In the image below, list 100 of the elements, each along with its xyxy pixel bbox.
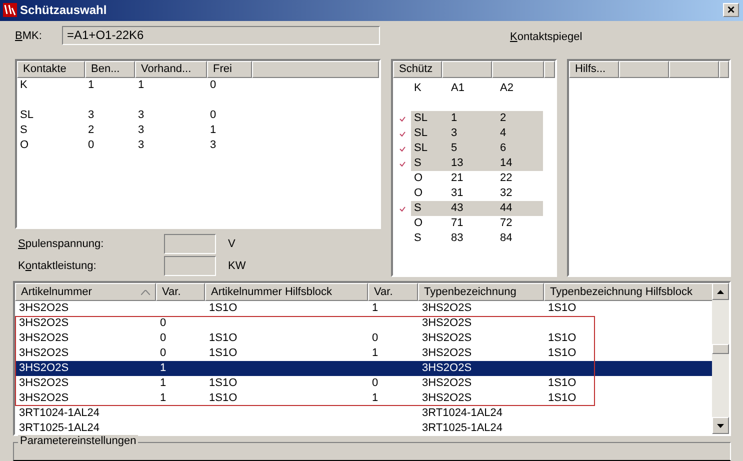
- scrollbar[interactable]: [712, 283, 729, 434]
- table-cell-text: 84: [499, 231, 514, 246]
- table-row[interactable]: 3HS2O2S 1 3HS2O2S: [15, 361, 712, 376]
- table-cell-text: 1: [159, 376, 168, 391]
- table-cell-text: 3: [209, 138, 218, 153]
- table-cell-text: 14: [499, 156, 514, 171]
- table-cell-text: 3HS2O2S: [18, 301, 70, 316]
- scroll-thumb[interactable]: [712, 344, 729, 354]
- table-row[interactable]: 3RT1025-1AL24 3RT1025-1AL24: [15, 421, 712, 436]
- table-cell-text: S: [19, 123, 28, 138]
- scroll-up-icon: [717, 290, 724, 294]
- table-cell-text: 13: [450, 156, 464, 171]
- table-cell-text: 1S1O: [208, 376, 238, 391]
- table-cell-text: 3HS2O2S: [421, 391, 473, 406]
- contact-power-field[interactable]: [164, 256, 216, 276]
- table-cell-text: 72: [499, 216, 514, 231]
- table-cell-text: 1: [159, 391, 168, 406]
- coil-voltage-field[interactable]: [164, 234, 216, 254]
- table-cell-text: 3: [137, 108, 146, 123]
- parameters-group-title: Parametereinstellungen: [18, 435, 138, 448]
- table-cell-text: 3HS2O2S: [18, 346, 70, 361]
- contactor-row[interactable]: SL 1 2: [411, 111, 543, 126]
- table-cell-text: 1: [371, 391, 380, 406]
- column-header[interactable]: Vorhand...: [135, 61, 207, 78]
- table-cell-text: 3HS2O2S: [421, 361, 473, 376]
- table-cell-text: 44: [499, 201, 514, 216]
- coil-voltage-label: Spulenspannung:: [18, 236, 105, 252]
- table-cell-text: 83: [450, 231, 464, 246]
- table-cell-text: 1S1O: [547, 391, 578, 406]
- table-row[interactable]: 3HS2O2S 1S1O 1 3HS2O2S 1S1O: [15, 301, 712, 316]
- table-row[interactable]: 3HS2O2S 0 1S1O 0 3HS2O2S 1S1O: [15, 331, 712, 346]
- table-cell-text: 3HS2O2S: [18, 316, 70, 331]
- close-button[interactable]: ×: [723, 3, 739, 18]
- contactor-row[interactable]: O 31 32: [411, 186, 543, 201]
- table-cell-text: 21: [450, 171, 464, 186]
- column-header[interactable]: Artikelnummer: [15, 283, 156, 301]
- table-cell-text: 1: [450, 111, 458, 126]
- table-cell-text: 3: [87, 108, 96, 123]
- contactor-row[interactable]: S 13 14: [411, 156, 543, 171]
- table-cell-text: O: [413, 186, 424, 201]
- table-cell-text: S: [413, 231, 422, 246]
- contact-mirror-label: Kontaktspiegel: [510, 30, 582, 46]
- table-cell-text: O: [413, 216, 424, 231]
- table-cell-text: 0: [159, 346, 168, 361]
- column-header[interactable]: Typenbezeichnung Hilfsblock: [544, 283, 714, 301]
- table-cell-text: 1S1O: [208, 346, 238, 361]
- contactor-row[interactable]: O 21 22: [411, 171, 543, 186]
- table-cell-text: K: [19, 78, 28, 93]
- table-cell-text: A2: [499, 81, 514, 96]
- voltage-unit: V: [228, 236, 236, 252]
- table-cell-text: 3: [137, 138, 146, 153]
- contactor-row[interactable]: SL 3 4: [411, 126, 543, 141]
- table-cell-text: 0: [159, 316, 168, 331]
- table-cell-text: 3HS2O2S: [421, 331, 473, 346]
- table-cell-text: 1: [137, 78, 146, 93]
- window-title: Schützauswahl: [20, 2, 108, 20]
- table-cell-text: 1: [87, 78, 96, 93]
- table-cell-text: 3HS2O2S: [421, 376, 473, 391]
- contactor-row[interactable]: S 83 84: [411, 231, 543, 246]
- contactor-row[interactable]: O 71 72: [411, 216, 543, 231]
- contactor-row[interactable]: SL 5 6: [411, 141, 543, 156]
- table-cell-text: 3RT1025-1AL24: [421, 421, 504, 436]
- table-cell-text: 1S1O: [547, 301, 578, 316]
- table-cell-text: 1: [159, 361, 168, 376]
- column-header[interactable]: Ben...: [85, 61, 135, 78]
- table-cell-text: 3HS2O2S: [18, 391, 70, 406]
- column-header[interactable]: Hilfs...: [569, 61, 619, 78]
- table-cell-text: 3RT1024-1AL24: [18, 406, 101, 421]
- table-cell-text: 0: [371, 376, 380, 391]
- bmk-field[interactable]: =A1+O1-22K6: [62, 26, 380, 46]
- column-header[interactable]: Artikelnummer Hilfsblock: [205, 283, 368, 301]
- table-cell-text: 3: [450, 126, 458, 141]
- table-cell-text: 0: [87, 138, 96, 153]
- table-row[interactable]: 3RT1024-1AL24 3RT1024-1AL24: [15, 406, 712, 421]
- column-header[interactable]: Var.: [156, 283, 205, 301]
- column-header[interactable]: Kontakte: [17, 61, 85, 78]
- contactor-row[interactable]: K A1 A2: [411, 81, 543, 96]
- column-header[interactable]: Var.: [368, 283, 418, 301]
- table-cell-text: 22: [499, 171, 514, 186]
- table-cell-text: S: [413, 201, 422, 216]
- table-cell-text: 0: [209, 78, 218, 93]
- table-cell-text: A1: [450, 81, 466, 96]
- bmk-label: BMK:: [15, 28, 43, 44]
- table-cell-text: 3: [137, 123, 146, 138]
- table-cell-text: 2: [499, 111, 508, 126]
- table-cell-text: 3RT1024-1AL24: [421, 406, 504, 421]
- table-cell-text: 3HS2O2S: [421, 301, 473, 316]
- column-header[interactable]: Typenbezeichnung: [418, 283, 544, 301]
- contactor-row[interactable]: S 43 44: [411, 201, 543, 216]
- power-unit: KW: [228, 258, 246, 274]
- table-cell-text: 3HS2O2S: [421, 346, 473, 361]
- table-cell-text: 3HS2O2S: [421, 316, 473, 331]
- table-cell-text: SL: [413, 141, 428, 156]
- column-header[interactable]: Frei: [207, 61, 252, 78]
- table-cell-text: 6: [499, 141, 508, 156]
- table-row[interactable]: 3HS2O2S 1 1S1O 0 3HS2O2S 1S1O: [15, 376, 712, 391]
- table-cell-text: 1S1O: [208, 331, 238, 346]
- table-cell-text: 1: [209, 123, 218, 138]
- table-cell-text: O: [413, 171, 424, 186]
- column-header[interactable]: Schütz: [393, 61, 442, 78]
